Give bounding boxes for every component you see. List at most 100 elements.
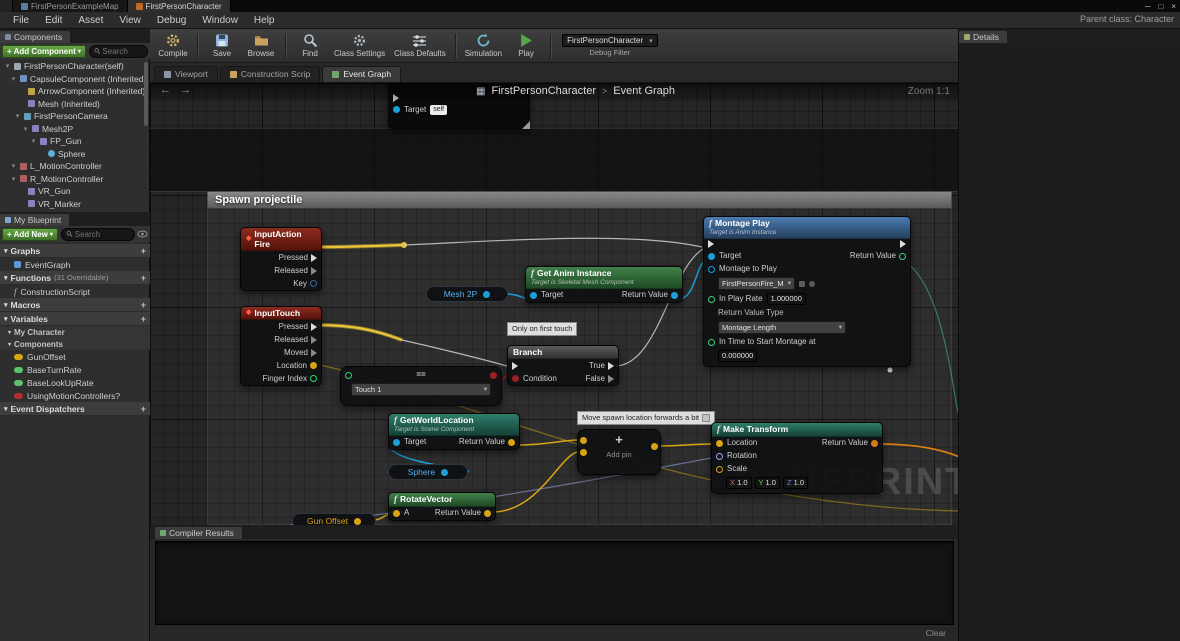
node-getworldlocation[interactable]: f GetWorldLocation Target is Scene Compone… [388,413,520,450]
add-new-button[interactable]: + Add New ▾ [2,227,58,241]
tree-item-r-motioncontroller[interactable]: ▾ R_MotionController [0,173,150,186]
pin-in-play-rate[interactable] [708,295,715,303]
forward-icon[interactable]: → [180,84,191,96]
browse-button[interactable]: Browse [246,33,276,58]
pin-montage-to-play[interactable] [708,265,715,273]
pin-mesh2p-out[interactable] [483,290,491,298]
event-graph-canvas[interactable]: Spawn projectile BLUEPRINT ◆InputAction … [150,83,958,525]
menu-help[interactable]: Help [247,14,282,27]
pin-key[interactable] [310,280,317,288]
tab-event-graph[interactable]: Event Graph [322,66,402,82]
pin-exec-pressed[interactable] [311,253,317,262]
touch-index-dropdown[interactable]: Touch 1 ▾ [351,382,491,396]
add-component-button[interactable]: + Add Component ▾ [2,44,86,58]
pin-add-b[interactable] [580,449,587,456]
in-play-rate-field[interactable]: 1.000000 [766,293,806,306]
pin-return-out[interactable] [671,291,678,299]
scale-x-field[interactable]: X 1.0 [726,477,752,490]
wire-transform-return[interactable] [878,443,958,458]
pin-a-in[interactable] [393,509,400,517]
compiler-results-output[interactable] [155,541,954,625]
pin-rotation-in[interactable] [716,452,723,460]
pin-condition[interactable] [512,375,519,383]
maximize-icon[interactable]: □ [1158,2,1163,11]
pin-target-in[interactable] [530,291,537,299]
pin-return-out[interactable] [871,439,878,447]
tree-item-mesh[interactable]: Mesh (Inherited) [0,98,150,111]
section-functions[interactable]: ▾ Functions (31 Overridable) + [0,271,150,285]
tree-item-vr-marker[interactable]: VR_Marker [0,198,150,211]
node-branch[interactable]: Branch True Condition False [507,345,619,387]
compile-button[interactable]: Compile [158,33,188,58]
pin-equal-out[interactable] [490,371,497,379]
pin-location[interactable] [310,362,317,370]
pin-scale-in[interactable] [716,465,723,473]
tree-item-sphere[interactable]: Sphere [0,148,150,161]
node-inputaction-fire[interactable]: ◆ InputAction Fire Pressed Released Key [240,227,322,292]
wire-exec-to-branch[interactable] [401,339,508,367]
pin-target-in[interactable] [393,106,400,113]
section-macros[interactable]: ▾ Macros + [0,298,150,312]
item-baseturnrate[interactable]: BaseTurnRate [0,363,150,376]
item-baselookuprate[interactable]: BaseLookUpRate [0,376,150,389]
tab-viewport[interactable]: Viewport [154,66,218,82]
minimize-icon[interactable]: ─ [1145,2,1151,11]
class-settings-button[interactable]: Class Settings [334,33,385,58]
tab-components[interactable]: Components [0,31,71,43]
pin-target-in[interactable] [708,252,715,260]
pin-return-out[interactable] [484,509,491,517]
node-vector-add[interactable]: + Add pin [577,429,661,475]
bubble-pin-icon[interactable] [702,414,711,422]
add-pin-button[interactable]: Add pin [578,450,660,459]
pin-exec-moved[interactable] [311,348,317,357]
wire-exec-to-montage[interactable] [403,237,703,248]
pin-gunoffset-out[interactable] [353,517,361,525]
tree-item-arrowcomponent[interactable]: ArrowComponent (Inherited) [0,85,150,98]
tab-my-blueprint[interactable]: My Blueprint [0,214,70,226]
category-components[interactable]: ▾ Components [0,338,150,350]
section-variables[interactable]: ▾ Variables + [0,312,150,326]
node-get-anim-instance[interactable]: f Get Anim Instance Target is Skeletal Mes… [525,266,683,303]
node-gunoffset-variable[interactable]: Gun Offset [292,513,376,525]
pin-exec-in[interactable] [512,361,518,370]
pin-sphere-out[interactable] [441,468,449,476]
node-make-transform[interactable]: f Make Transform Location Return Value Rot… [711,422,883,495]
wire-vec-rotatevector[interactable] [491,451,578,513]
wire-obj-mesh2p[interactable] [505,293,528,300]
node-rotatevector[interactable]: f RotateVector A Return Value [388,492,496,521]
breadcrumb-root[interactable]: FirstPersonCharacter [491,85,596,97]
pin-target-in[interactable] [393,438,400,446]
class-defaults-button[interactable]: Class Defaults [394,33,446,58]
pin-return-out[interactable] [899,252,906,260]
node-montage-play[interactable]: f Montage Play Target is Anim Instance Tar… [703,216,911,368]
pin-location-in[interactable] [716,439,723,447]
tree-item-firstpersoncharacter-self[interactable]: ▾ FirstPersonCharacter(self) [0,60,150,73]
pin-exec-out[interactable] [900,240,906,249]
node-inputtouch[interactable]: ◆ InputTouch Pressed Released Moved Locat… [240,306,322,387]
pin-exec-false[interactable] [608,374,614,383]
menu-asset[interactable]: Asset [71,14,110,27]
node-sphere-variable[interactable]: Sphere [388,464,468,480]
section-event-dispatchers[interactable]: ▾ Event Dispatchers + [0,402,150,416]
clear-button[interactable]: Clear [926,628,946,638]
tree-item-fp-gun[interactable]: ▾ FP_Gun [0,135,150,148]
scale-z-field[interactable]: Z 1.0 [782,477,809,490]
asset-browse-icon[interactable] [798,280,805,287]
node-mesh2p-variable[interactable]: Mesh 2P [426,286,508,302]
bubble-only-on-first-touch[interactable]: Only on first touch [507,322,578,336]
close-icon[interactable]: × [1171,2,1176,11]
debug-target-dropdown[interactable]: FirstPersonCharacter ▾ [562,34,658,47]
breadcrumb-current[interactable]: Event Graph [613,85,675,97]
pin-exec-released[interactable] [311,335,317,344]
components-search-box[interactable] [88,44,148,58]
pin-exec-true[interactable] [608,361,614,370]
find-button[interactable]: Find [295,33,325,58]
node-equal[interactable]: == Touch 1 ▾ [340,366,502,406]
category-my-character[interactable]: ▾ My Character [0,326,150,338]
montage-asset-dropdown[interactable]: FirstPersonFire_M ▾ [718,277,795,291]
tree-item-capsulecomponent[interactable]: ▾ CapsuleComponent (Inherited) [0,73,150,86]
pin-add-out[interactable] [651,443,658,450]
section-graphs[interactable]: ▾ Graphs + [0,244,150,258]
components-scrollbar[interactable] [144,62,148,126]
menu-edit[interactable]: Edit [38,14,69,27]
